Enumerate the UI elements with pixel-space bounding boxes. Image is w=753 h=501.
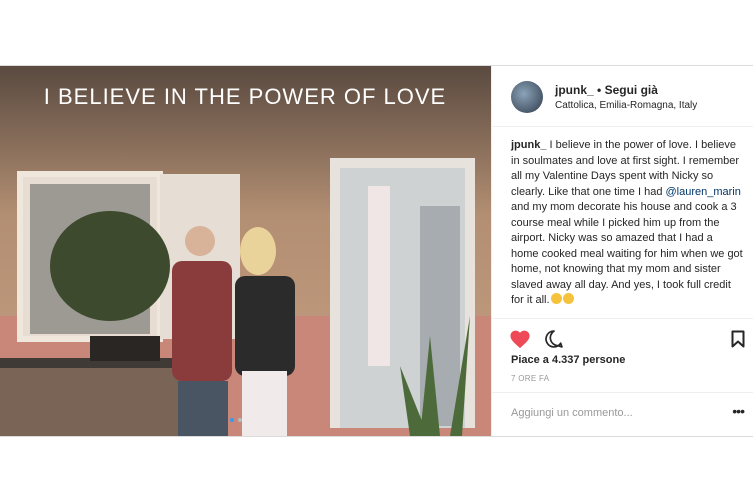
post-timestamp: 7 ORE FA	[511, 374, 550, 383]
dot-separator: •	[597, 83, 605, 97]
action-bar	[492, 318, 753, 349]
caption-username[interactable]: jpunk_	[511, 139, 546, 151]
comment-icon[interactable]	[543, 328, 565, 350]
photo-illustration: I BELIEVE IN THE POWER OF LOVE	[0, 66, 491, 436]
mention-link[interactable]: @lauren_marin	[666, 186, 741, 198]
heart-icon[interactable]	[509, 328, 531, 350]
location-link[interactable]: Cattolica, Emilia-Romagna, Italy	[555, 100, 697, 111]
comment-input[interactable]: Aggiungi un commento...	[511, 407, 633, 419]
grin-emoji-icon	[562, 293, 574, 304]
instagram-post: I BELIEVE IN THE POWER OF LOVE jpunk_ • …	[0, 65, 753, 437]
username-link[interactable]: jpunk_	[555, 83, 594, 97]
carousel-dot	[238, 418, 242, 422]
smile-emoji-icon	[550, 293, 562, 304]
post-header: jpunk_ • Segui già Cattolica, Emilia-Rom…	[492, 66, 753, 127]
caption-text-2: and my mom decorate his house and cook a…	[511, 201, 743, 306]
post-photo[interactable]: I BELIEVE IN THE POWER OF LOVE	[0, 66, 491, 436]
likes-count[interactable]: Piace a 4.337 persone	[511, 354, 625, 366]
carousel-dot-active	[230, 418, 234, 422]
carousel-indicator	[230, 418, 242, 422]
more-options-icon[interactable]: •••	[732, 403, 745, 419]
follow-button[interactable]: Segui già	[605, 83, 658, 97]
post-sidebar: jpunk_ • Segui già Cattolica, Emilia-Rom…	[491, 66, 753, 436]
avatar[interactable]	[511, 81, 543, 113]
neon-sign-text: I BELIEVE IN THE POWER OF LOVE	[44, 84, 446, 109]
bookmark-icon[interactable]	[727, 328, 749, 350]
header-username-row: jpunk_ • Segui già	[555, 83, 658, 97]
comment-section: Aggiungi un commento... •••	[492, 392, 753, 437]
post-caption: jpunk_ I believe in the power of love. I…	[511, 138, 743, 309]
